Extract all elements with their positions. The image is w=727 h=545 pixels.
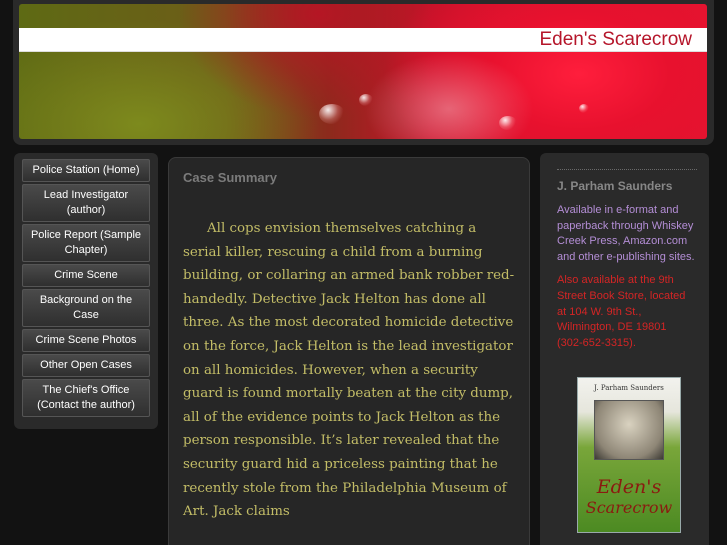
nav-item-chiefs-office[interactable]: The Chief's Office (Contact the author) xyxy=(22,379,150,417)
page-title: Case Summary xyxy=(183,170,277,185)
nav-item-crime-scene-photos[interactable]: Crime Scene Photos xyxy=(22,329,150,352)
divider xyxy=(557,169,697,170)
main-content: Case Summary All cops envision themselve… xyxy=(168,157,530,545)
nav-item-other-open-cases[interactable]: Other Open Cases xyxy=(22,354,150,377)
water-drop xyxy=(499,116,517,130)
book-cover-subtitle: Scarecrow xyxy=(585,498,673,517)
site-header: Eden's Scarecrow xyxy=(13,0,714,145)
nav-item-home[interactable]: Police Station (Home) xyxy=(22,159,150,182)
right-sidebar: J. Parham Saunders Available in e-format… xyxy=(540,153,709,545)
book-cover-title: Eden's xyxy=(596,476,662,498)
nav-item-background[interactable]: Background on the Case xyxy=(22,289,150,327)
site-title[interactable]: Eden's Scarecrow xyxy=(539,29,692,51)
nav-item-lead-investigator[interactable]: Lead Investigator (author) xyxy=(22,184,150,222)
main-navigation: Police Station (Home) Lead Investigator … xyxy=(14,153,158,429)
case-summary-text: All cops envision themselves catching a … xyxy=(183,221,515,520)
water-drop xyxy=(359,94,373,106)
book-cover-author: J. Parham Saunders xyxy=(594,384,664,392)
title-strip: Eden's Scarecrow xyxy=(19,28,707,52)
nav-item-crime-scene[interactable]: Crime Scene xyxy=(22,264,150,287)
author-name: J. Parham Saunders xyxy=(557,179,673,193)
water-drop xyxy=(579,104,589,113)
nav-item-police-report[interactable]: Police Report (Sample Chapter) xyxy=(22,224,150,262)
bookstore-text: Also available at the 9th Street Book St… xyxy=(557,274,686,349)
header-banner-image: Eden's Scarecrow xyxy=(19,4,707,139)
book-cover-portrait xyxy=(594,400,664,460)
book-cover-image[interactable]: J. Parham Saunders Eden's Scarecrow xyxy=(577,377,681,533)
water-drop xyxy=(319,104,345,124)
availability-text: Available in e-format and paperback thro… xyxy=(557,204,695,263)
